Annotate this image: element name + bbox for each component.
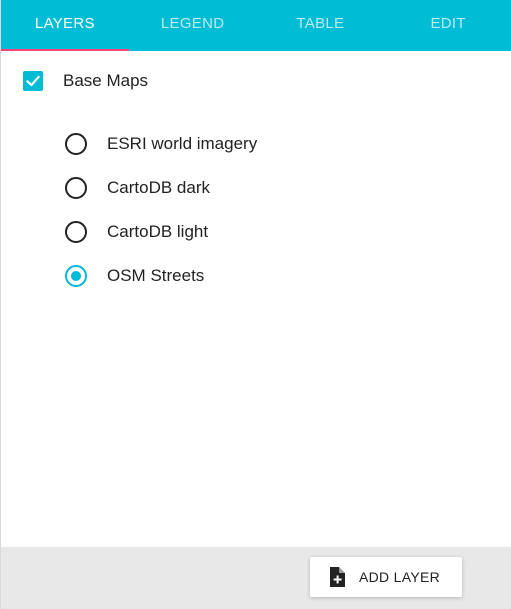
option-label: CartoDB dark xyxy=(107,178,210,197)
option-cartodb-dark[interactable]: CartoDB dark xyxy=(65,166,257,210)
layers-content: Base Maps ESRI world imagery CartoDB dar… xyxy=(1,51,511,547)
add-layer-label: ADD LAYER xyxy=(359,569,441,585)
add-layer-button[interactable]: ADD LAYER xyxy=(310,557,462,597)
tab-bar: LAYERS LEGEND TABLE EDIT xyxy=(1,0,511,51)
option-label: OSM Streets xyxy=(107,266,205,285)
base-maps-checkbox[interactable] xyxy=(23,71,43,91)
base-maps-label: Base Maps xyxy=(63,71,149,90)
option-cartodb-light[interactable]: CartoDB light xyxy=(65,210,257,254)
base-maps-toggle[interactable]: Base Maps xyxy=(23,71,148,91)
radio-button-selected[interactable] xyxy=(65,265,87,287)
option-label: CartoDB light xyxy=(107,222,209,241)
tab-table[interactable]: TABLE xyxy=(257,0,385,51)
checkmark-icon xyxy=(25,75,41,87)
layers-panel: LAYERS LEGEND TABLE EDIT Base Maps ESRI … xyxy=(0,0,511,609)
option-label: ESRI world imagery xyxy=(107,134,258,153)
base-map-options: ESRI world imagery CartoDB dark CartoDB … xyxy=(65,122,257,298)
option-esri-world-imagery[interactable]: ESRI world imagery xyxy=(65,122,257,166)
option-osm-streets[interactable]: OSM Streets xyxy=(65,254,257,298)
panel-footer: ADD LAYER xyxy=(1,547,511,609)
radio-button[interactable] xyxy=(65,133,87,155)
tab-legend[interactable]: LEGEND xyxy=(129,0,257,51)
tab-layers[interactable]: LAYERS xyxy=(1,0,129,51)
file-plus-icon xyxy=(329,567,345,587)
radio-button[interactable] xyxy=(65,221,87,243)
radio-button[interactable] xyxy=(65,177,87,199)
tab-edit[interactable]: EDIT xyxy=(384,0,511,51)
